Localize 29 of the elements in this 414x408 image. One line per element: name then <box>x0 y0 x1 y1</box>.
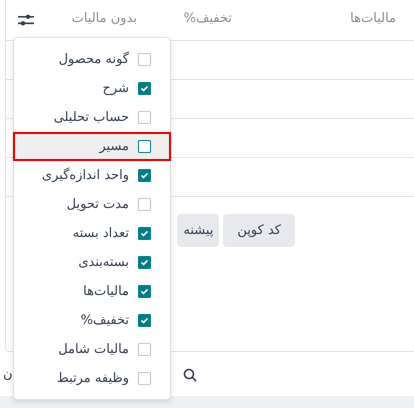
checkbox[interactable] <box>138 82 151 95</box>
checkbox[interactable] <box>138 372 151 385</box>
menu-item[interactable]: مسیر <box>13 132 171 161</box>
search-icon[interactable] <box>183 368 197 382</box>
menu-item[interactable]: تخفیف% <box>14 306 170 335</box>
menu-item[interactable]: مالیات‌ها <box>14 277 170 306</box>
checkbox[interactable] <box>138 227 151 240</box>
menu-item[interactable]: مالیات شامل <box>14 335 170 364</box>
action-button[interactable]: پیشنه <box>177 214 220 247</box>
label-text: ن <box>3 367 13 382</box>
menu-item[interactable]: شرح <box>14 74 170 103</box>
action-button[interactable]: کد کوپن <box>223 214 295 247</box>
checkbox[interactable] <box>138 285 151 298</box>
menu-item[interactable]: مدت تحویل <box>14 190 170 219</box>
checkbox[interactable] <box>138 256 151 269</box>
settings-icon[interactable] <box>18 13 34 27</box>
menu-item[interactable]: تعداد بسته <box>14 219 170 248</box>
checkbox[interactable] <box>138 314 151 327</box>
menu-item[interactable]: واحد اندازه‌گیری <box>14 161 170 190</box>
checkbox[interactable] <box>138 198 151 211</box>
checkbox[interactable] <box>138 140 151 153</box>
menu-item[interactable]: وظیفه مرتبط <box>14 364 170 393</box>
checkbox[interactable] <box>138 111 151 124</box>
menu-item[interactable]: بسته‌بندی <box>14 248 170 277</box>
checkbox[interactable] <box>138 53 151 66</box>
menu-item[interactable]: گونه محصول <box>14 45 170 74</box>
checkbox[interactable] <box>138 343 151 356</box>
checkbox[interactable] <box>138 169 151 182</box>
menu-item[interactable]: حساب تحلیلی <box>14 103 170 132</box>
